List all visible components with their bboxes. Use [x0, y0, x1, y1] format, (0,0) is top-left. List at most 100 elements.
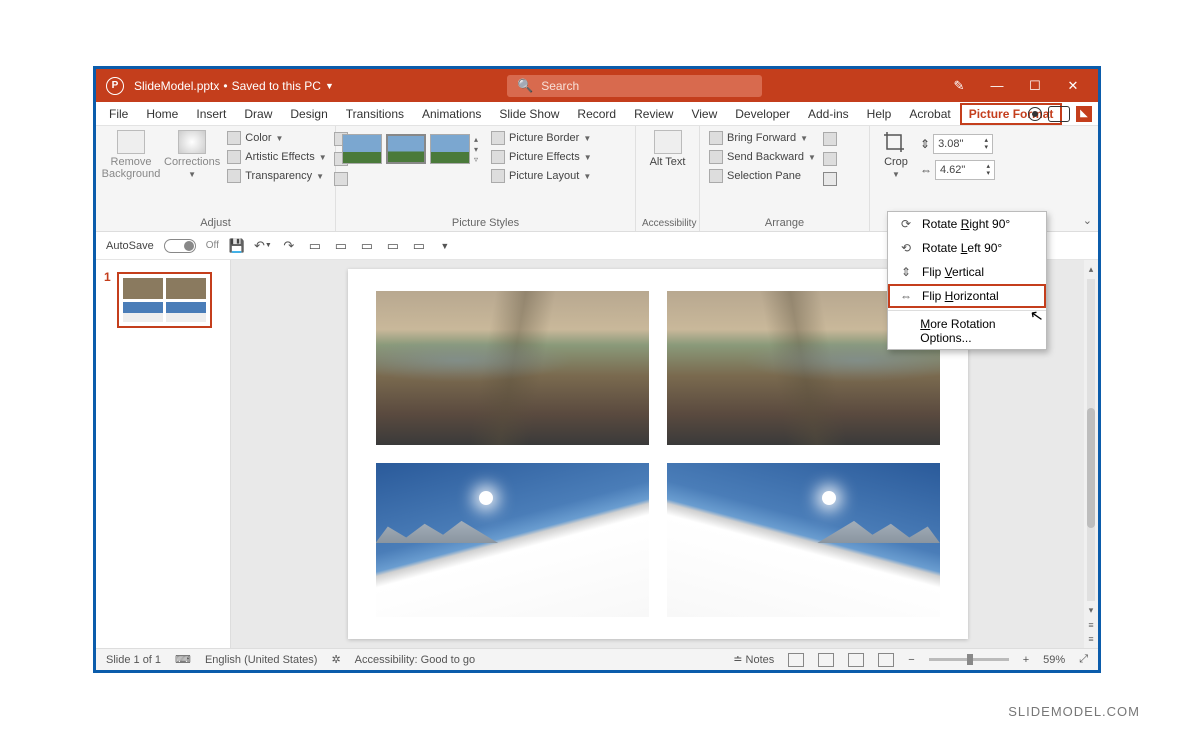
crop-icon	[882, 130, 910, 154]
powerpoint-icon: P	[106, 77, 124, 95]
document-title[interactable]: SlideModel.pptx • Saved to this PC ▼	[134, 79, 334, 93]
width-icon: ⇔	[920, 163, 932, 177]
rotate-button[interactable]	[823, 172, 837, 186]
language-status[interactable]: English (United States)	[205, 654, 318, 666]
more-rotation-item[interactable]: More Rotation Options...	[888, 313, 1046, 349]
next-slide-icon[interactable]: ≡	[1088, 634, 1093, 644]
tab-file[interactable]: File	[100, 103, 137, 125]
style-preset[interactable]	[342, 134, 382, 164]
tab-insert[interactable]: Insert	[187, 103, 235, 125]
rotate-right-item[interactable]: ⟳ Rotate Right 90°	[888, 212, 1046, 236]
tab-developer[interactable]: Developer	[726, 103, 799, 125]
tab-home[interactable]: Home	[137, 103, 187, 125]
autosave-toggle[interactable]	[164, 239, 196, 253]
zoom-out-button[interactable]: −	[908, 654, 914, 666]
vertical-scrollbar[interactable]: ▴ ▾ ≡ ≡	[1084, 260, 1098, 648]
bring-forward-icon	[709, 131, 723, 145]
send-backward-button[interactable]: Send Backward▼	[706, 149, 819, 165]
picture-border-button[interactable]: Picture Border▼	[488, 130, 595, 146]
normal-view-icon[interactable]	[788, 653, 804, 667]
tab-view[interactable]: View	[682, 103, 726, 125]
scroll-down-icon[interactable]: ▾	[1089, 605, 1094, 616]
flip-horizontal-item[interactable]: ⇔ Flip Horizontal	[888, 284, 1046, 308]
rotate-left-item[interactable]: ⟲ Rotate Left 90°	[888, 236, 1046, 260]
scrollbar-thumb[interactable]	[1087, 408, 1095, 528]
fit-to-window-icon[interactable]: ⤢	[1079, 653, 1088, 666]
save-icon[interactable]: 💾	[229, 238, 245, 254]
picture-layout-button[interactable]: Picture Layout▼	[488, 168, 595, 184]
rotate-right-icon: ⟳	[898, 216, 914, 232]
notes-button[interactable]: ≐ Notes	[733, 653, 774, 666]
tab-draw[interactable]: Draw	[235, 103, 281, 125]
picture-snow-flipped[interactable]	[667, 463, 940, 617]
scroll-up-icon[interactable]: ▴	[1089, 264, 1094, 275]
picture-effects-button[interactable]: Picture Effects▼	[488, 149, 595, 165]
watermark: SLIDEMODEL.COM	[1008, 704, 1140, 719]
style-gallery[interactable]: ▴▾▿	[342, 130, 478, 164]
qat-icon[interactable]: ▭	[385, 238, 401, 254]
bring-forward-button[interactable]: Bring Forward▼	[706, 130, 819, 146]
picture-snow[interactable]	[376, 463, 649, 617]
qat-icon[interactable]: ▭	[333, 238, 349, 254]
share-icon[interactable]: ◣	[1076, 106, 1092, 122]
rotate-left-icon: ⟲	[898, 240, 914, 256]
chevron-down-icon: ▼	[325, 81, 334, 91]
language-icon[interactable]: ⌨	[175, 653, 191, 666]
crop-button[interactable]: Crop ▼	[876, 130, 916, 179]
style-preset[interactable]	[386, 134, 426, 164]
artistic-icon	[227, 150, 241, 164]
slide-thumbnail[interactable]	[117, 272, 212, 328]
search-input[interactable]: 🔍 Search	[507, 75, 762, 97]
accessibility-icon[interactable]: ✲	[331, 653, 340, 666]
slide-panel[interactable]: 1	[96, 260, 231, 648]
reading-view-icon[interactable]	[848, 653, 864, 667]
remove-background-button[interactable]: Remove Background	[102, 130, 160, 180]
artistic-effects-button[interactable]: Artistic Effects▼	[224, 149, 329, 165]
sorter-view-icon[interactable]	[818, 653, 834, 667]
tab-design[interactable]: Design	[281, 103, 336, 125]
zoom-in-button[interactable]: +	[1023, 654, 1029, 666]
close-button[interactable]: ✕	[1056, 72, 1090, 100]
qat-icon[interactable]: ▭	[307, 238, 323, 254]
color-button[interactable]: Color▼	[224, 130, 329, 146]
tab-help[interactable]: Help	[858, 103, 901, 125]
tab-transitions[interactable]: Transitions	[337, 103, 413, 125]
slideshow-view-icon[interactable]	[878, 653, 894, 667]
qat-icon[interactable]: ▭	[411, 238, 427, 254]
prev-slide-icon[interactable]: ≡	[1088, 620, 1093, 630]
search-placeholder: Search	[541, 79, 579, 93]
redo-icon[interactable]: ↷	[281, 238, 297, 254]
group-icon[interactable]	[823, 152, 837, 166]
app-window: P SlideModel.pptx • Saved to this PC ▼ 🔍…	[93, 66, 1101, 673]
tab-review[interactable]: Review	[625, 103, 682, 125]
transparency-button[interactable]: Transparency▼	[224, 168, 329, 184]
tab-record[interactable]: Record	[568, 103, 625, 125]
flip-vertical-icon: ⇕	[898, 264, 914, 280]
tab-slideshow[interactable]: Slide Show	[490, 103, 568, 125]
style-preset[interactable]	[430, 134, 470, 164]
picture-beach[interactable]	[376, 291, 649, 445]
tab-acrobat[interactable]: Acrobat	[900, 103, 959, 125]
align-icon[interactable]	[823, 132, 837, 146]
zoom-value[interactable]: 59%	[1043, 654, 1065, 666]
tab-addins[interactable]: Add-ins	[799, 103, 858, 125]
zoom-slider[interactable]	[929, 658, 1009, 661]
accessibility-status[interactable]: Accessibility: Good to go	[355, 654, 475, 666]
flip-vertical-item[interactable]: ⇕ Flip Vertical	[888, 260, 1046, 284]
record-icon[interactable]	[1028, 107, 1042, 121]
selection-pane-button[interactable]: Selection Pane	[706, 168, 819, 184]
pen-icon[interactable]: ✎	[942, 72, 976, 100]
undo-icon[interactable]: ↶▼	[255, 238, 271, 254]
tab-animations[interactable]: Animations	[413, 103, 490, 125]
ribbon-collapse-button[interactable]: ⌄	[1083, 214, 1092, 227]
qat-more-icon[interactable]: ▼	[437, 238, 453, 254]
comments-icon[interactable]	[1048, 106, 1070, 122]
corrections-button[interactable]: Corrections ▼	[164, 130, 220, 179]
alt-text-button[interactable]: Alt Text	[644, 130, 692, 168]
height-field[interactable]: 3.08"▴▾	[933, 134, 993, 154]
selection-pane-icon	[709, 169, 723, 183]
maximize-button[interactable]: ☐	[1018, 72, 1052, 100]
minimize-button[interactable]: —	[980, 72, 1014, 100]
qat-icon[interactable]: ▭	[359, 238, 375, 254]
width-field[interactable]: 4.62"▴▾	[935, 160, 995, 180]
